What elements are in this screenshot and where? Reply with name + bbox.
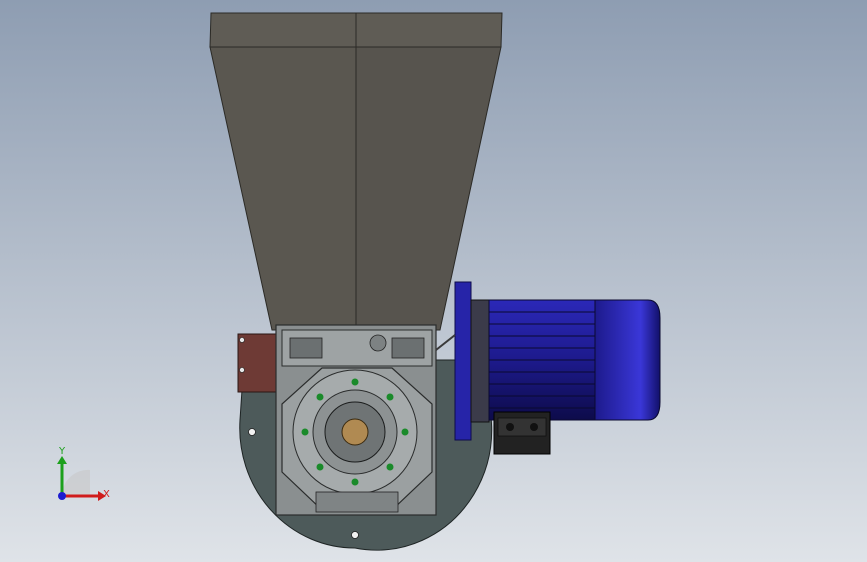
gearbox-bolt [351,478,359,486]
model-viewport[interactable]: X Y [0,0,867,562]
bracket-hole [239,367,245,373]
terminal-box-lid [497,417,547,437]
cable-gland [506,423,514,431]
gearbox-bolt [351,378,359,386]
bracket-plate [237,333,277,393]
cad-model-view[interactable]: X Y [0,0,867,562]
gearbox-plug [369,334,387,352]
z-axis-dot [58,492,66,500]
motor-adapter [470,299,490,423]
gearbox-bolt [316,463,324,471]
output-shaft [341,418,369,446]
y-axis-label: Y [58,446,66,457]
gearbox-top-feature [391,337,425,359]
cable-gland [530,423,538,431]
x-axis-label: X [103,489,110,500]
bracket-hole [239,337,245,343]
flange-hole [248,428,256,436]
gearbox-bolt [386,463,394,471]
gearbox-bolt [401,428,409,436]
gearbox-bolt [386,393,394,401]
flange-hole [351,531,359,539]
gearbox-base-foot [315,491,399,513]
gearbox-top-feature [289,337,323,359]
motor-flange-plate [454,281,472,441]
gearbox-bolt [316,393,324,401]
motor-fan-cap [594,299,661,421]
side-bracket[interactable] [237,333,277,393]
gearbox-bolt [301,428,309,436]
worm-gearbox[interactable] [275,324,437,516]
